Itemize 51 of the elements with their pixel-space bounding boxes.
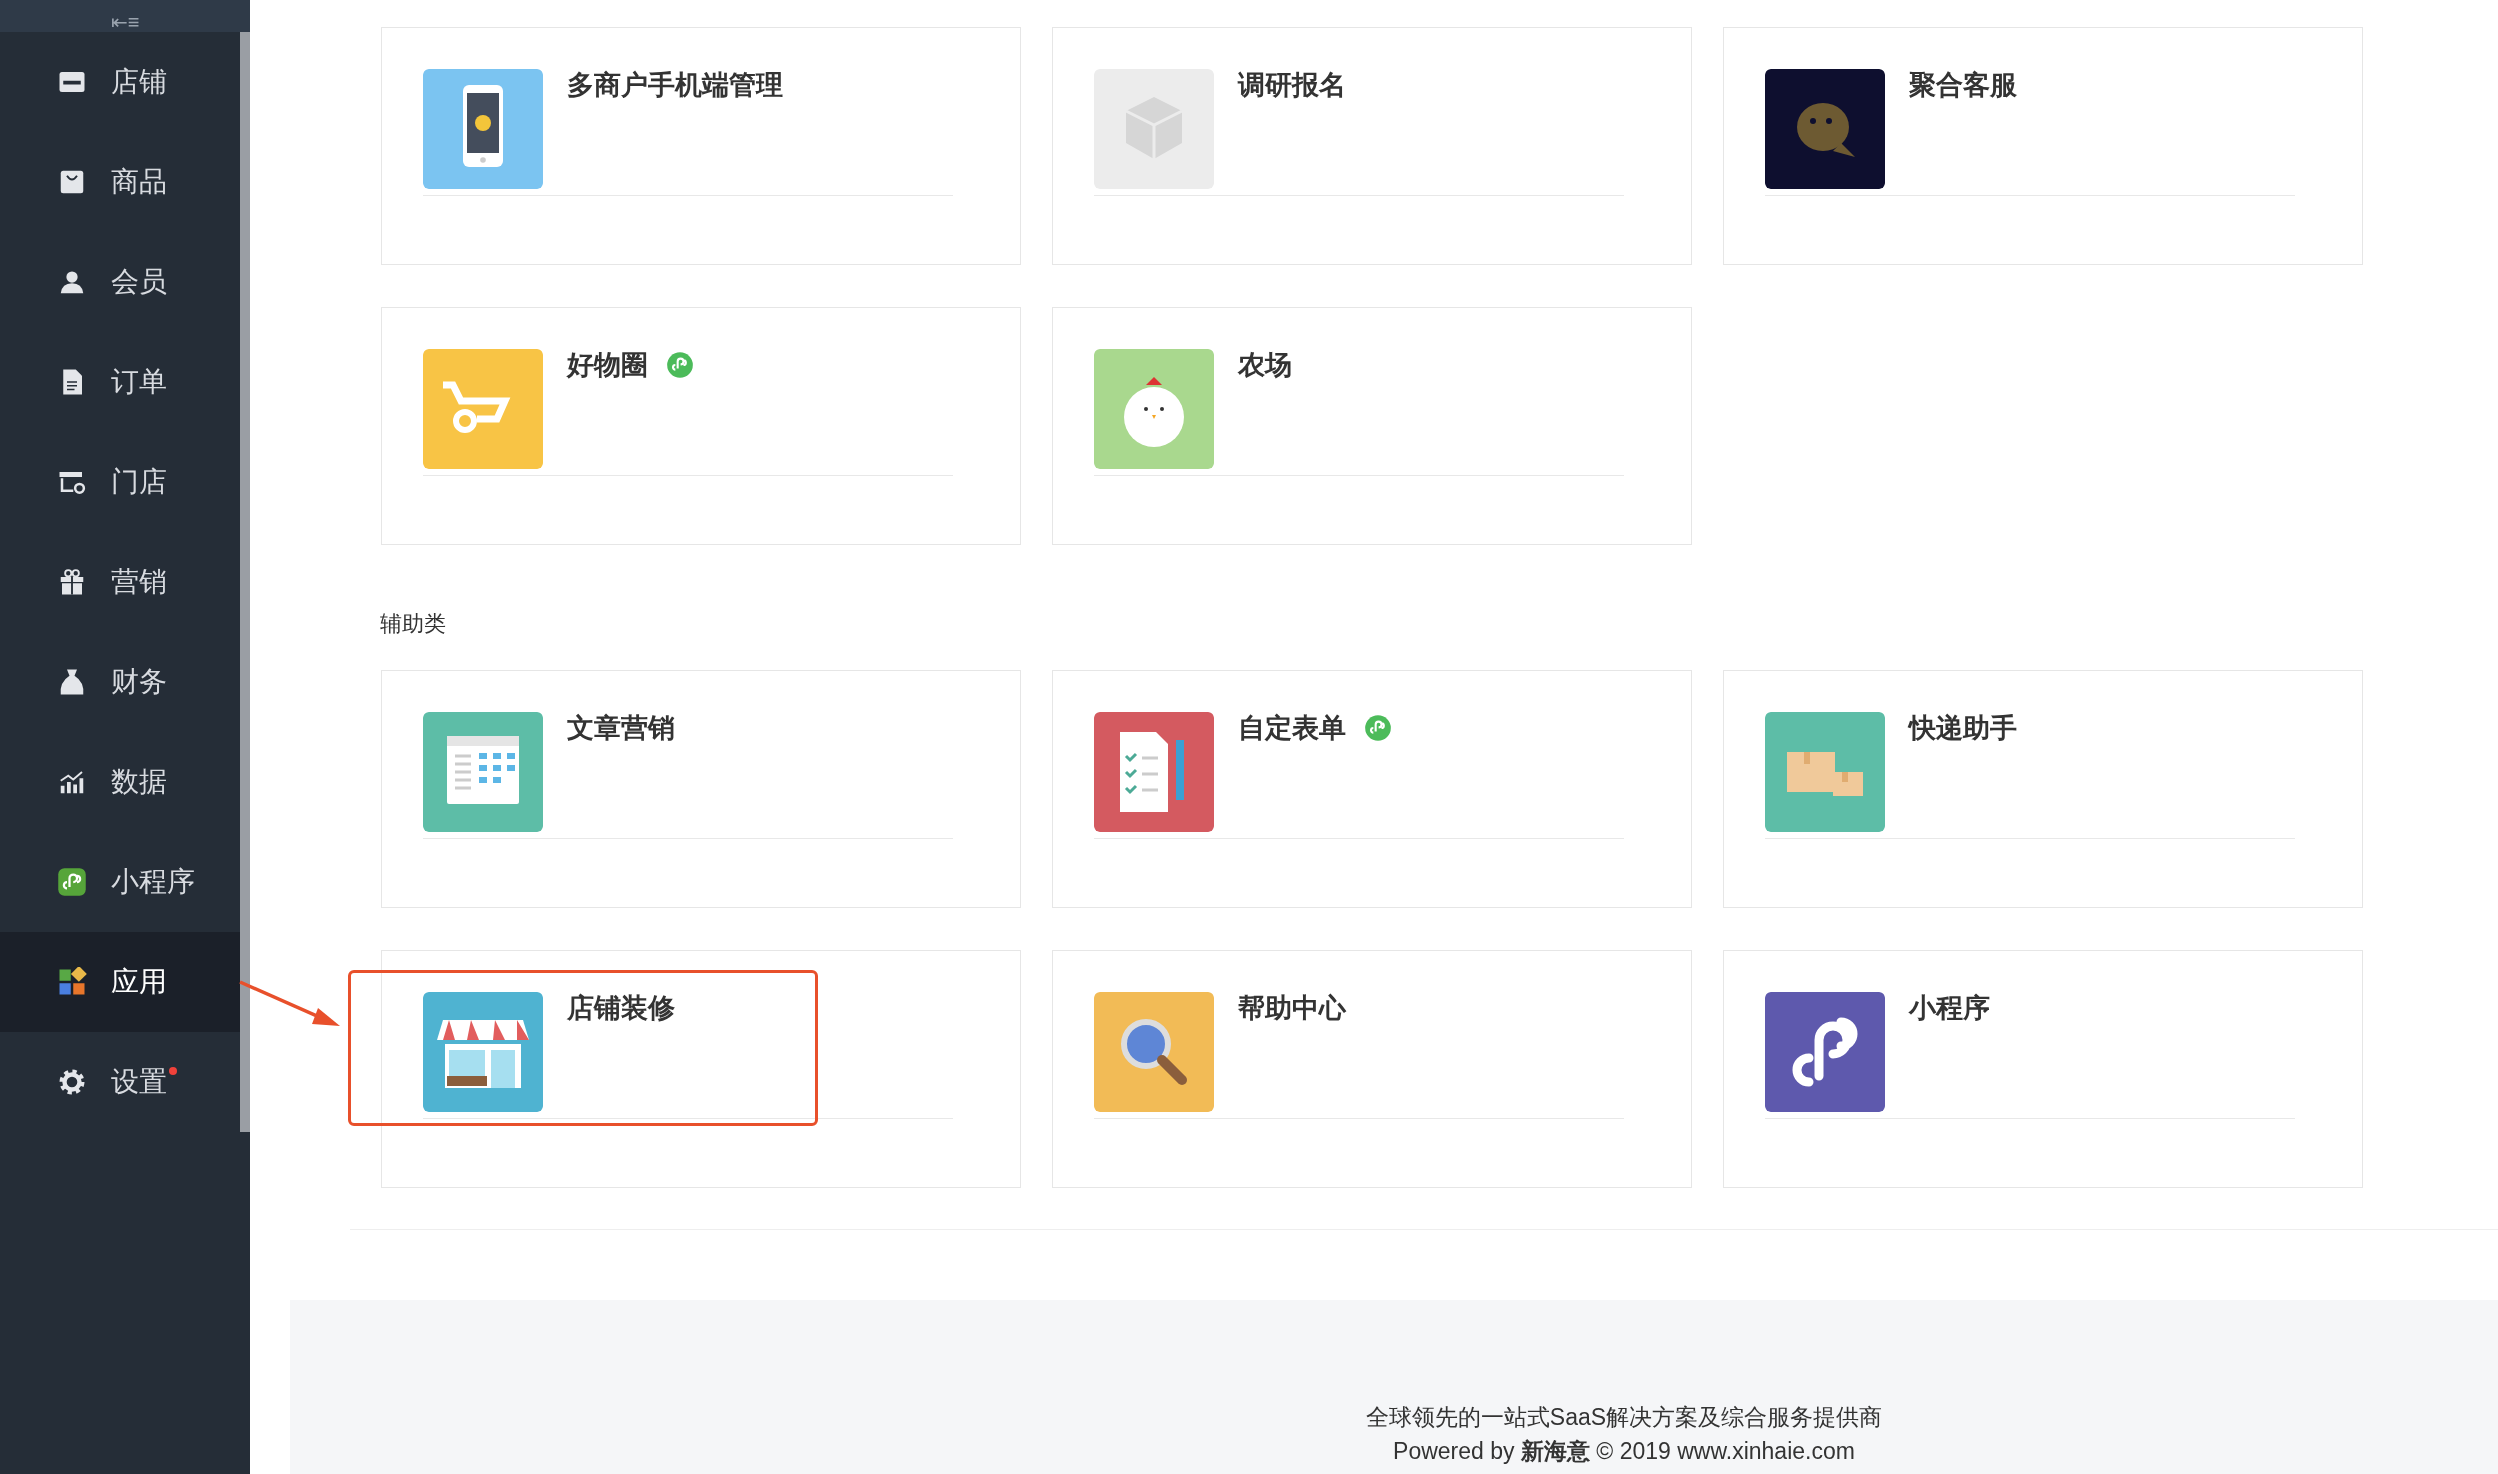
app-title: 自定表单 <box>1238 711 1346 745</box>
app-card[interactable]: 店铺装修 <box>381 950 1021 1188</box>
link-icon <box>57 867 87 897</box>
footer-copyright: Powered by 新海意 © 2019 www.xinhaie.com <box>1393 1437 1855 1466</box>
app-title: 好物圈 <box>567 348 648 382</box>
settings-icon <box>57 1067 87 1097</box>
app-card[interactable]: 自定表单 <box>1052 670 1692 908</box>
sidebar-item[interactable]: 设置 <box>0 1032 240 1132</box>
sidebar-item[interactable]: 应用 <box>0 932 240 1032</box>
sidebar-item[interactable]: 订单 <box>0 332 240 432</box>
app-card[interactable]: 小程序 <box>1723 950 2363 1188</box>
app-card[interactable]: 文章营销 <box>381 670 1021 908</box>
sidebar-item[interactable]: 会员 <box>0 232 240 332</box>
magnifier-icon <box>1094 992 1214 1112</box>
checklist-icon <box>1094 712 1214 832</box>
link-icon <box>1765 992 1885 1112</box>
app-title: 聚合客服 <box>1909 68 2017 102</box>
app-title: 店铺装修 <box>567 991 675 1025</box>
app-card[interactable]: 好物圈 <box>381 307 1021 545</box>
app-card[interactable]: 帮助中心 <box>1052 950 1692 1188</box>
section-title: 辅助类 <box>380 610 447 638</box>
app-title: 小程序 <box>1909 991 1990 1025</box>
app-card[interactable]: 多商户手机端管理 <box>381 27 1021 265</box>
app-grid-icon <box>57 967 87 997</box>
shopfront-icon <box>423 992 543 1112</box>
app-title: 调研报名 <box>1238 68 1346 102</box>
phone-icon <box>423 69 543 189</box>
app-title: 帮助中心 <box>1238 991 1346 1025</box>
chicken-icon <box>1094 349 1214 469</box>
cart-icon <box>423 349 543 469</box>
sidebar-item[interactable]: 数据 <box>0 732 240 832</box>
app-card[interactable]: 农场 <box>1052 307 1692 545</box>
parcel-icon <box>1765 712 1885 832</box>
chat-bubble-icon <box>1765 69 1885 189</box>
cube-icon <box>1094 69 1214 189</box>
app-title: 文章营销 <box>567 711 675 745</box>
app-title: 农场 <box>1238 348 1292 382</box>
sidebar-item[interactable]: 营销 <box>0 532 240 632</box>
app-title: 多商户手机端管理 <box>567 68 783 102</box>
app-card[interactable]: 调研报名 <box>1052 27 1692 265</box>
app-card[interactable]: 聚合客服 <box>1723 27 2363 265</box>
sidebar-item[interactable]: 财务 <box>0 632 240 732</box>
sidebar-item[interactable]: 小程序 <box>0 832 240 932</box>
app-card[interactable]: 快递助手 <box>1723 670 2363 908</box>
calendar-icon <box>423 712 543 832</box>
footer-tagline: 全球领先的一站式SaaS解决方案及综合服务提供商 <box>1365 1403 1883 1432</box>
collapse-toggle[interactable]: ⇤≡ <box>110 12 140 32</box>
sidebar-item[interactable]: 店铺 <box>0 32 240 132</box>
sidebar-item[interactable]: 商品 <box>0 132 240 232</box>
sidebar-item[interactable]: 门店 <box>0 432 240 532</box>
app-title: 快递助手 <box>1909 711 2017 745</box>
